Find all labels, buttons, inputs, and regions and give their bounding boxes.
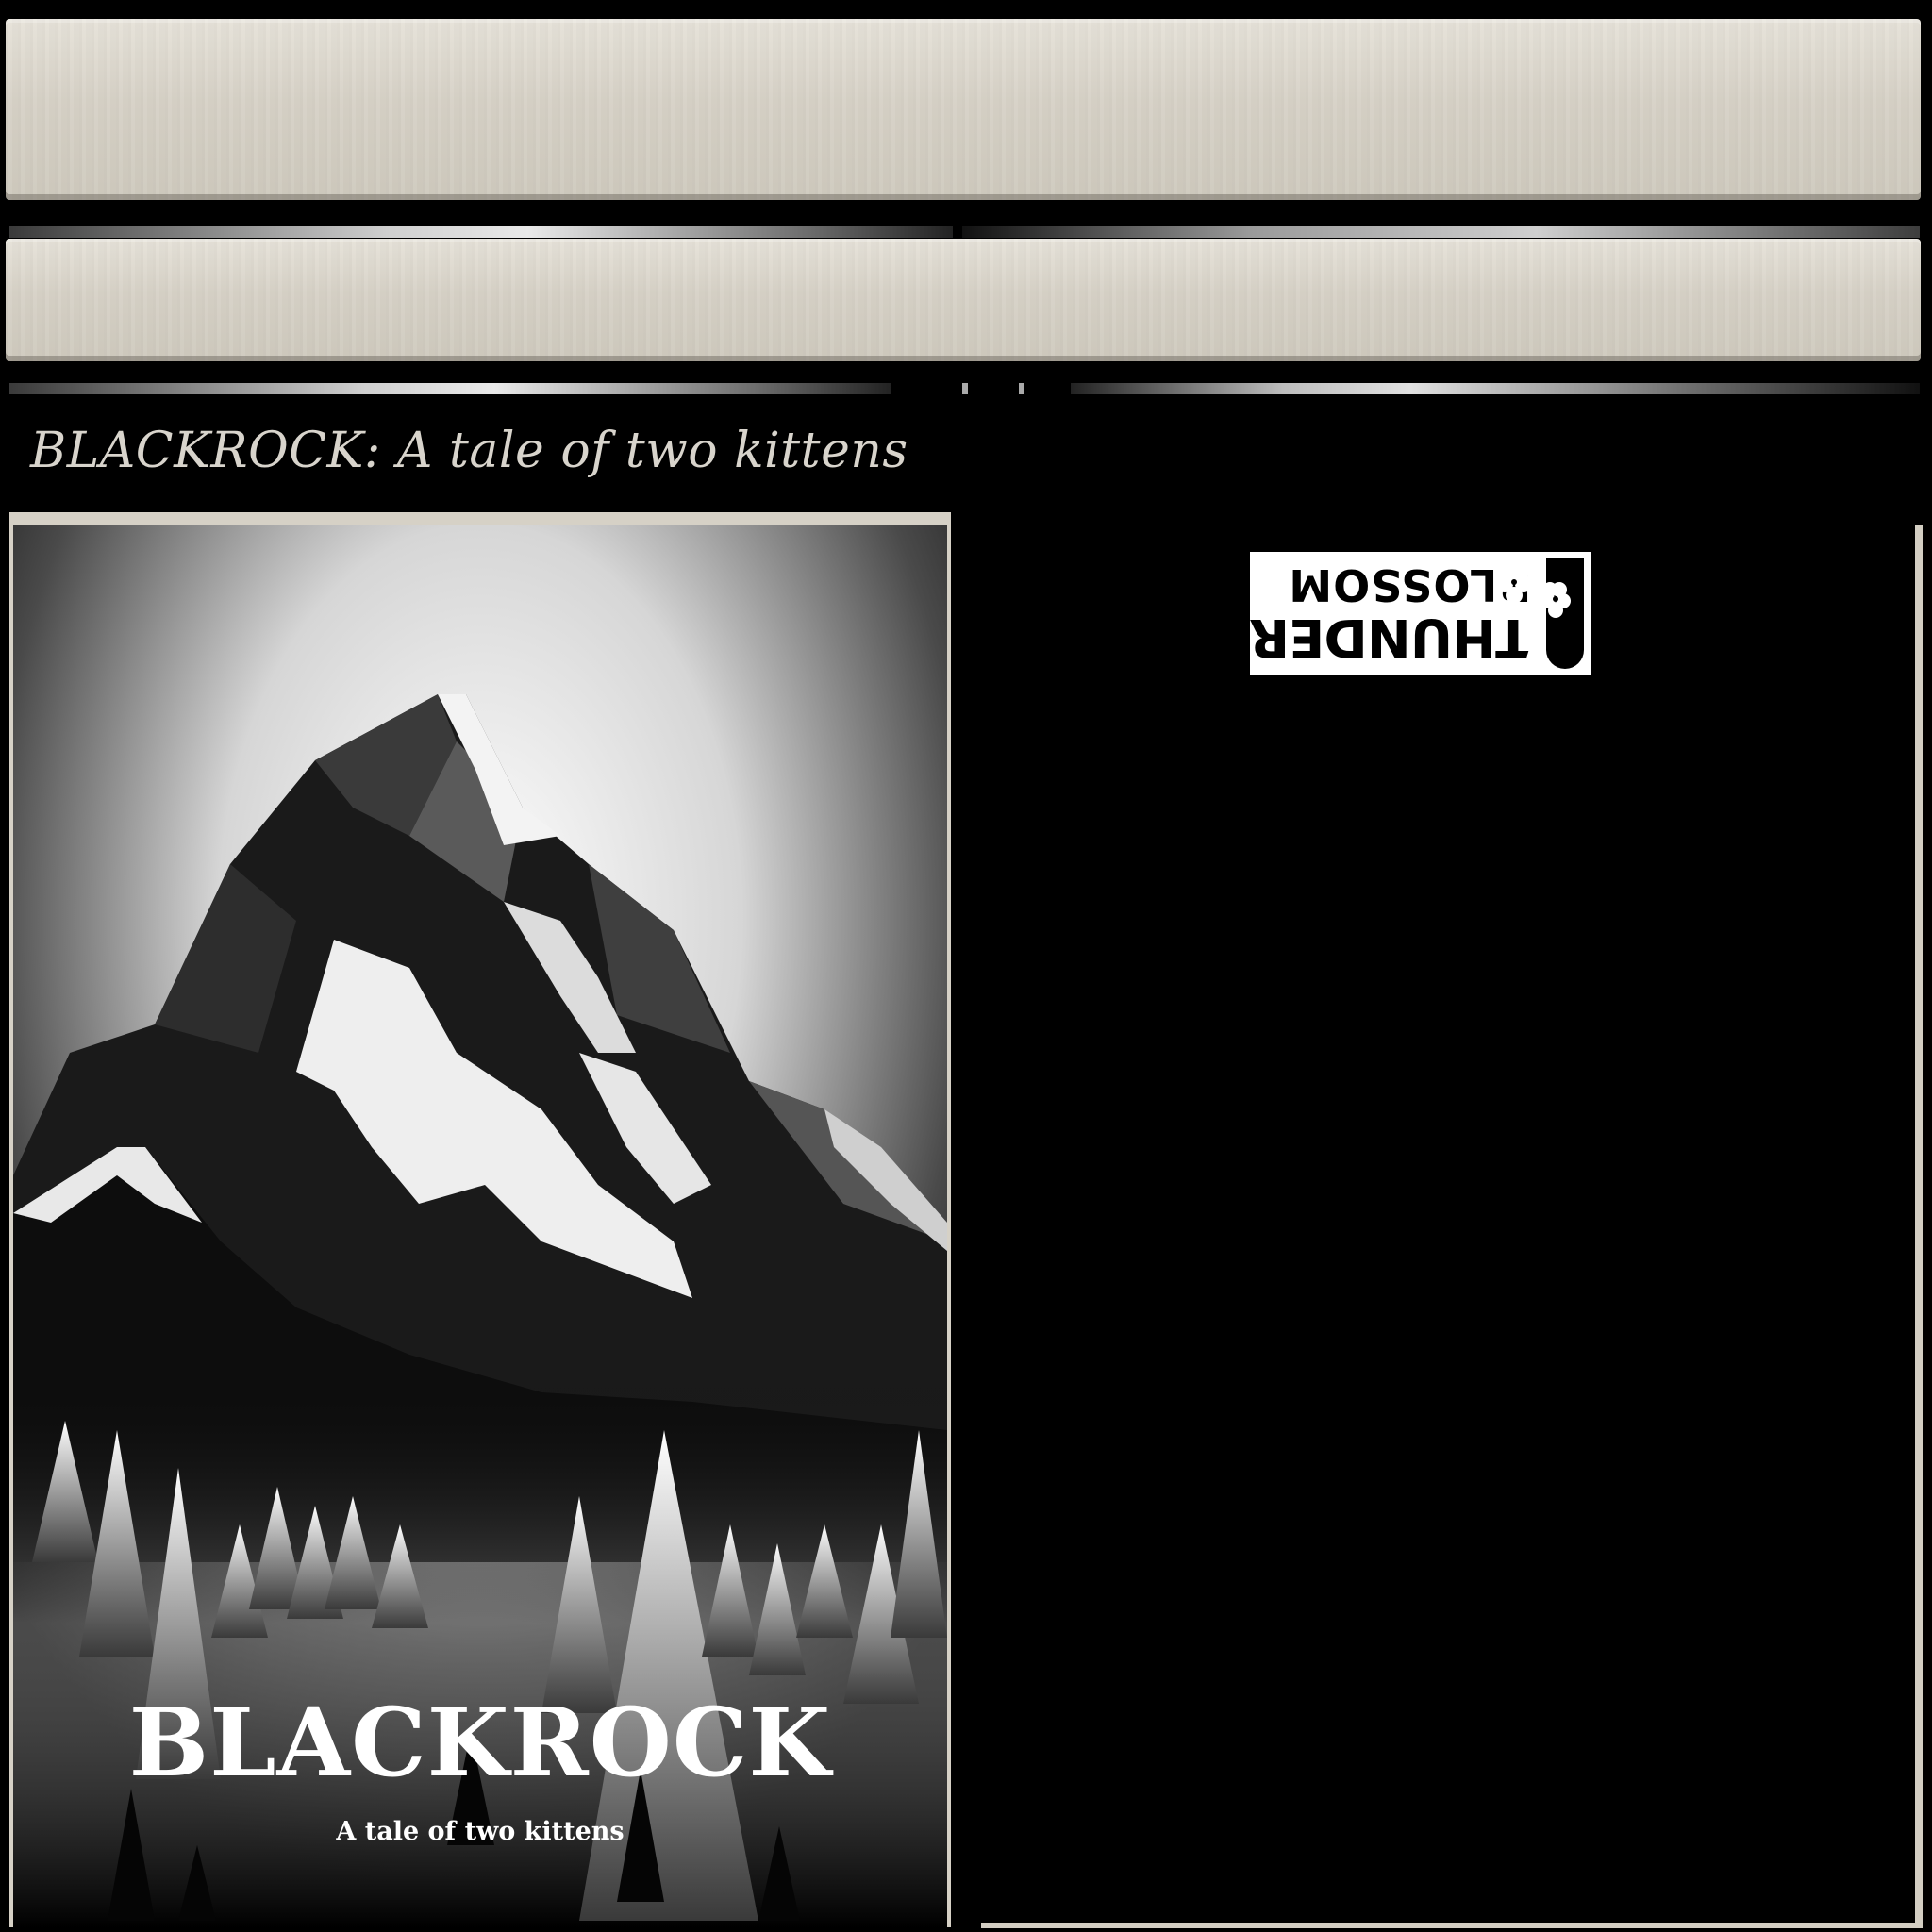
thunder-blossom-logo[interactable]: THUNDER BLOSSOM: [1250, 552, 1591, 675]
top-plank: [6, 19, 1921, 200]
panel-edge: [981, 1923, 1915, 1928]
divider-seam: [962, 383, 968, 394]
cover-title: BLACKROCK: [128, 1687, 832, 1798]
cover-subtitle: A tale of two kittens: [336, 1817, 625, 1846]
lightning-blossom-icon: [1496, 558, 1584, 669]
divider-seam: [9, 226, 953, 238]
second-plank: [6, 239, 1921, 361]
divider-seam: [9, 383, 891, 394]
divider-seam: [1019, 383, 1024, 394]
divider-seam: [962, 226, 1920, 238]
book-cover[interactable]: BLACKROCK A tale of two kittens: [13, 525, 947, 1928]
divider-seam: [1071, 383, 1920, 394]
panel-edge: [1915, 525, 1923, 1928]
book-title: BLACKROCK: A tale of two kittens: [30, 423, 908, 479]
